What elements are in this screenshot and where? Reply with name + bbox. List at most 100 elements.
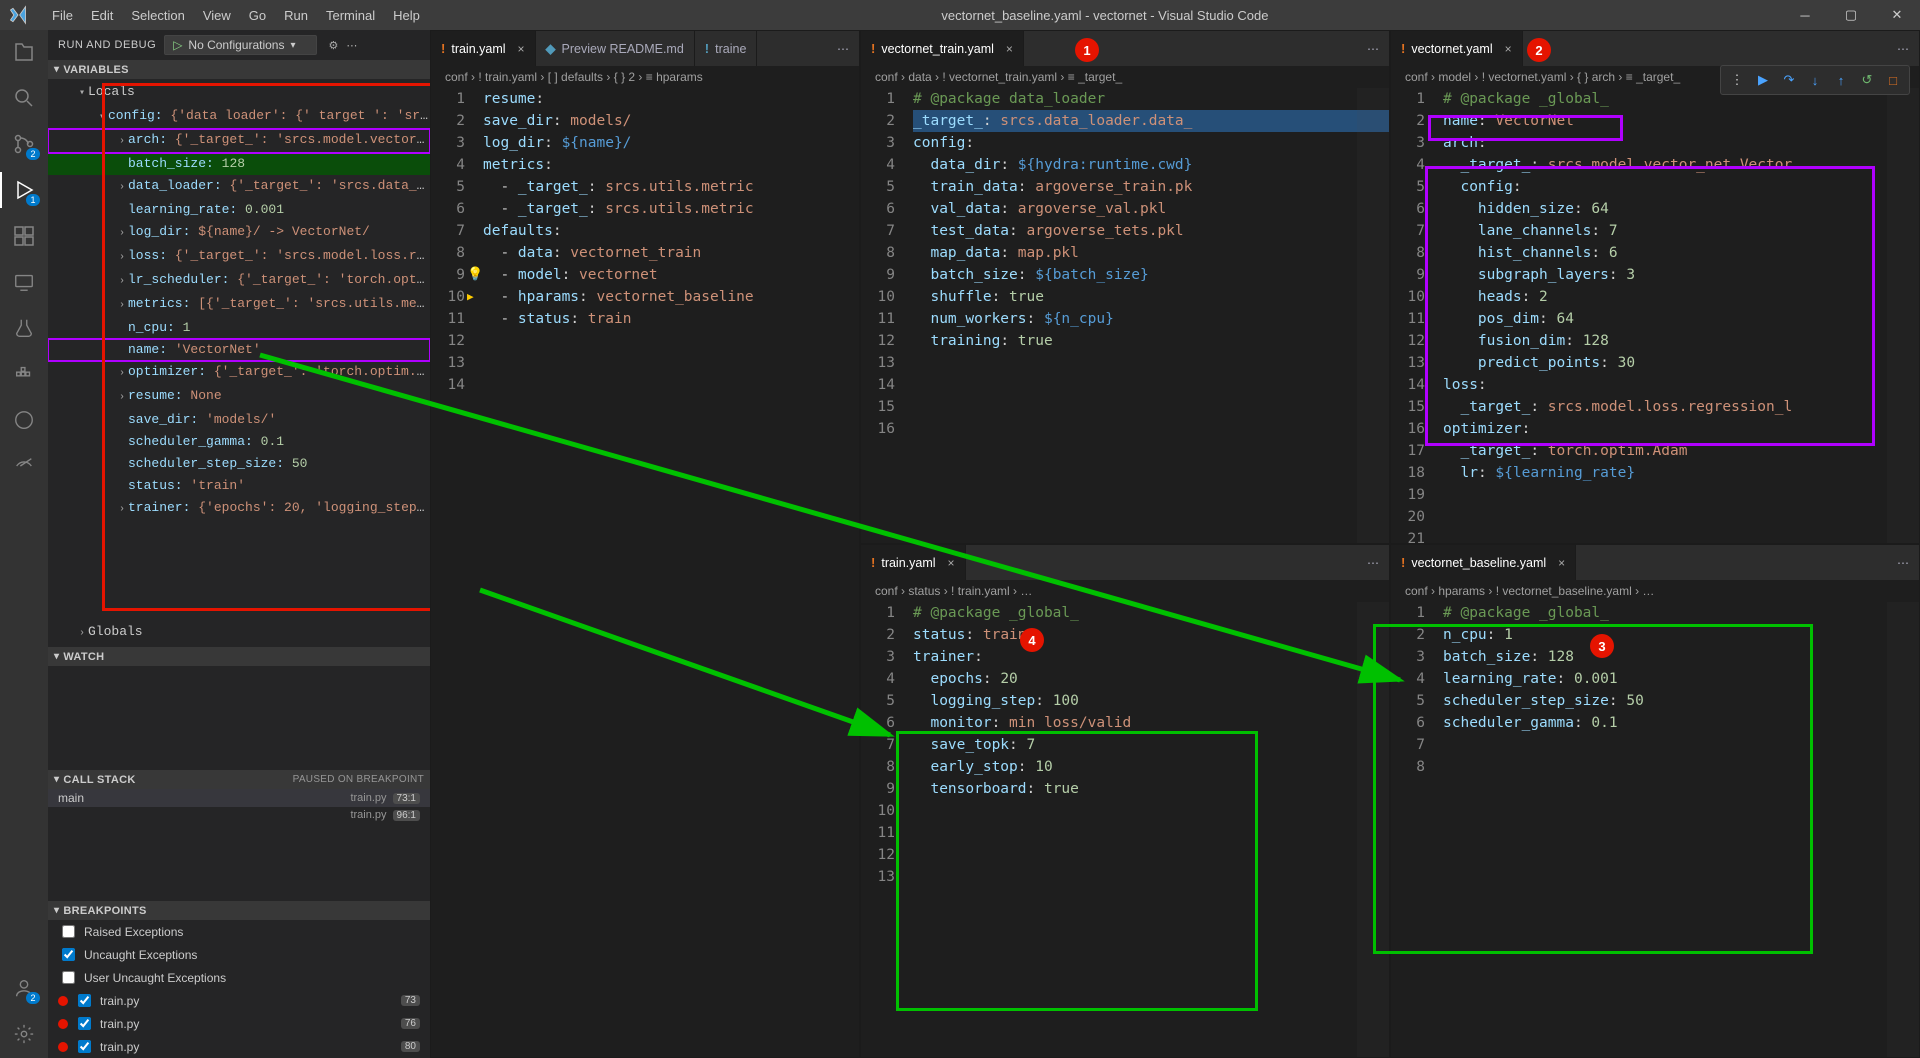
variable-row[interactable]: batch_size: 128 [48,153,430,175]
run-config-dropdown[interactable]: ▷ No Configurations ▾ [164,35,316,55]
variable-row[interactable]: ›trainer: {'epochs': 20, 'logging_step':… [48,497,430,521]
breadcrumb-5[interactable]: conf › hparams › ! vectornet_baseline.ya… [1391,580,1919,602]
more-icon[interactable]: ⋯ [1897,42,1909,56]
variable-row[interactable]: scheduler_gamma: 0.1 [48,431,430,453]
variable-row[interactable]: ›lr_scheduler: {'_target_': 'torch.optim… [48,269,430,293]
variable-row[interactable]: n_cpu: 1 [48,317,430,339]
extensions-icon[interactable] [10,222,38,250]
code-editor-1[interactable]: 1234567891011121314resume:save_dir: mode… [431,88,859,1057]
variable-row[interactable]: save_dir: 'models/' [48,409,430,431]
variables-section-header[interactable]: ▾VARIABLES [48,60,430,79]
breadcrumb-1[interactable]: conf › ! train.yaml › [ ] defaults › { }… [431,66,859,88]
code-editor-3[interactable]: 123456789101112131415161718192021# @pack… [1391,88,1919,543]
settings-gear-icon[interactable] [10,1020,38,1048]
editor-tabs-3[interactable]: !vectornet.yaml× ⋯ [1391,31,1919,66]
globals-label[interactable]: Globals [88,624,143,639]
minimap[interactable] [1357,88,1389,543]
editor-tab[interactable]: !vectornet_train.yaml× [861,31,1024,66]
menu-terminal[interactable]: Terminal [318,4,383,27]
menu-file[interactable]: File [44,4,81,27]
menu-help[interactable]: Help [385,4,428,27]
editor-tab[interactable]: !train.yaml× [861,545,966,580]
bp-checkbox[interactable] [62,948,75,961]
minimap[interactable] [1887,88,1919,543]
variable-row[interactable]: status: 'train' [48,475,430,497]
more-icon[interactable]: ⋯ [1367,556,1379,570]
minimap[interactable] [1887,602,1919,1057]
variable-row[interactable]: ›loss: {'_target_': 'srcs.model.loss.reg… [48,245,430,269]
stack-frame[interactable]: train.py96:1 [48,807,430,823]
close-tab-icon[interactable]: × [1505,42,1512,56]
editor-tab[interactable]: !vectornet.yaml× [1391,31,1523,66]
debug-toolbar[interactable]: ⋮ ▶ ↷ ↓ ↑ ↺ □ [1720,65,1910,95]
maximize-button[interactable]: ▢ [1828,0,1874,30]
explorer-icon[interactable] [10,38,38,66]
variable-row[interactable]: learning_rate: 0.001 [48,199,430,221]
locals-tree[interactable]: ▾Locals ▾config: {'data loader': {' targ… [48,79,430,619]
menu-view[interactable]: View [195,4,239,27]
run-debug-icon[interactable]: 1 [10,176,38,204]
variable-row[interactable]: ›resume: None [48,385,430,409]
variable-row[interactable]: ›data_loader: {'_target_': 'srcs.data_lo… [48,175,430,199]
close-button[interactable]: ✕ [1874,0,1920,30]
editor-tabs-5[interactable]: !vectornet_baseline.yaml× ⋯ [1391,545,1919,580]
code-editor-4[interactable]: 12345678910111213# @package _global_stat… [861,602,1389,1057]
bp-checkbox[interactable] [78,1040,91,1053]
breakpoints-list[interactable]: Raised ExceptionsUncaught ExceptionsUser… [48,920,430,1058]
call-stack-list[interactable]: maintrain.py73:1train.py96:1 [48,789,430,823]
more-icon[interactable]: ⋯ [1367,42,1379,56]
github-icon[interactable] [10,406,38,434]
editor-tabs-4[interactable]: !train.yaml× ⋯ [861,545,1389,580]
editor-tab[interactable]: !traine [695,31,758,66]
docker-icon[interactable] [10,360,38,388]
menu-run[interactable]: Run [276,4,316,27]
variable-row[interactable]: ›optimizer: {'_target_': 'torch.optim.Ad… [48,361,430,385]
debug-control-icon[interactable]: ↓ [1805,70,1825,90]
bp-checkbox[interactable] [78,994,91,1007]
variable-row[interactable]: scheduler_step_size: 50 [48,453,430,475]
accounts-icon[interactable]: 2 [10,974,38,1002]
watch-section-header[interactable]: ▾WATCH [48,647,430,666]
close-tab-icon[interactable]: × [518,42,525,56]
more-icon[interactable]: ⋯ [837,42,849,56]
editor-tabs-1[interactable]: !train.yaml×◆Preview README.md!traine ⋯ [431,31,859,66]
variable-row[interactable]: ›metrics: [{'_target_': 'srcs.utils.metr… [48,293,430,317]
more-icon[interactable]: ⋯ [346,39,357,52]
variable-row[interactable]: name: 'VectorNet' [48,339,430,361]
callstack-section-header[interactable]: ▾CALL STACKPAUSED ON BREAKPOINT [48,770,430,789]
more-icon[interactable]: ⋯ [1897,556,1909,570]
editor-tab[interactable]: !train.yaml× [431,31,536,66]
bp-checkbox[interactable] [78,1017,91,1030]
code-editor-2[interactable]: 12345678910111213141516# @package data_l… [861,88,1389,543]
debug-control-icon[interactable]: ⋮ [1727,70,1747,90]
menu-selection[interactable]: Selection [123,4,192,27]
debug-control-icon[interactable]: ↑ [1831,70,1851,90]
close-tab-icon[interactable]: × [1006,42,1013,56]
variable-row[interactable]: ›log_dir: ${name}/ -> VectorNet/ [48,221,430,245]
minimap[interactable] [1357,602,1389,1057]
bp-checkbox[interactable] [62,925,75,938]
bp-checkbox[interactable] [62,971,75,984]
debug-control-icon[interactable]: ↷ [1779,70,1799,90]
minimize-button[interactable]: ─ [1782,0,1828,30]
debug-control-icon[interactable]: □ [1883,70,1903,90]
share-icon[interactable] [10,452,38,480]
menu-go[interactable]: Go [241,4,274,27]
remote-icon[interactable] [10,268,38,296]
breadcrumb-4[interactable]: conf › status › ! train.yaml › … [861,580,1389,602]
editor-tabs-2[interactable]: !vectornet_train.yaml× ⋯ [861,31,1389,66]
variable-row[interactable]: ›arch: {'_target_': 'srcs.model.vector_n… [48,129,430,153]
close-tab-icon[interactable]: × [1558,556,1565,570]
source-control-icon[interactable]: 2 [10,130,38,158]
editor-tab[interactable]: !vectornet_baseline.yaml× [1391,545,1576,580]
breadcrumb-2[interactable]: conf › data › ! vectornet_train.yaml › ≡… [861,66,1389,88]
close-tab-icon[interactable]: × [948,556,955,570]
debug-control-icon[interactable]: ▶ [1753,70,1773,90]
debug-control-icon[interactable]: ↺ [1857,70,1877,90]
editor-tab[interactable]: ◆Preview README.md [536,31,695,66]
gear-icon[interactable]: ⚙ [329,39,339,52]
menu-edit[interactable]: Edit [83,4,121,27]
search-icon[interactable] [10,84,38,112]
testing-icon[interactable] [10,314,38,342]
code-editor-5[interactable]: 12345678# @package _global_n_cpu: 1batch… [1391,602,1919,1057]
